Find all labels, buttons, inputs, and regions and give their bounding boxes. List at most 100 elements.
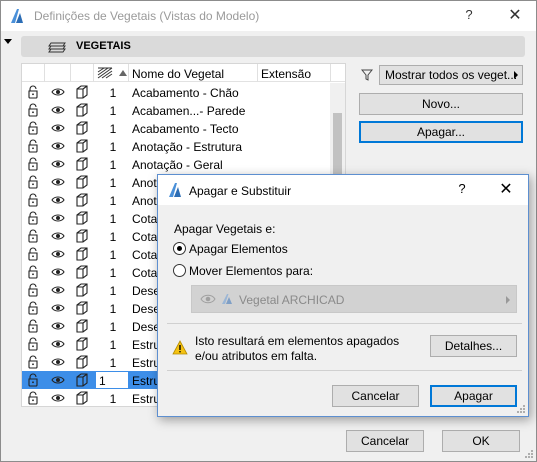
target-layer-value: Vegetal ARCHICAD bbox=[239, 293, 345, 307]
help-button[interactable]: ? bbox=[462, 7, 476, 22]
wireframe-icon[interactable] bbox=[75, 391, 89, 405]
eye-icon[interactable] bbox=[51, 337, 65, 351]
lock-icon[interactable] bbox=[26, 229, 40, 243]
new-layer-button[interactable]: Novo... bbox=[359, 93, 523, 115]
wireframe-icon[interactable] bbox=[75, 283, 89, 297]
layer-name: Cota bbox=[132, 212, 158, 226]
layer-name: Dese bbox=[132, 320, 161, 334]
layers-stack-icon bbox=[48, 42, 66, 53]
radio-unselected-icon[interactable] bbox=[173, 264, 186, 278]
wireframe-icon[interactable] bbox=[75, 211, 89, 225]
lock-icon[interactable] bbox=[26, 247, 40, 261]
lock-icon[interactable] bbox=[26, 319, 40, 333]
wireframe-icon[interactable] bbox=[75, 301, 89, 315]
table-row[interactable]: 1 Acabamento - Tecto bbox=[22, 119, 345, 137]
eye-icon[interactable] bbox=[51, 193, 65, 207]
radio-move-label: Mover Elementos para: bbox=[189, 264, 314, 278]
lock-icon[interactable] bbox=[26, 85, 40, 99]
wireframe-icon[interactable] bbox=[75, 337, 89, 351]
table-row[interactable]: 1 Anotação - Geral bbox=[22, 155, 345, 173]
dialog-close-button[interactable]: ✕ bbox=[499, 179, 513, 199]
layer-name: Estru bbox=[132, 374, 161, 388]
wireframe-icon[interactable] bbox=[75, 121, 89, 135]
wireframe-icon[interactable] bbox=[75, 193, 89, 207]
wireframe-icon[interactable] bbox=[75, 157, 89, 171]
wireframe-icon[interactable] bbox=[75, 103, 89, 117]
wireframe-icon[interactable] bbox=[75, 139, 89, 153]
lock-icon[interactable] bbox=[26, 373, 40, 387]
intersection-number: 1 bbox=[109, 266, 117, 280]
layer-name: Estru bbox=[132, 338, 161, 352]
wireframe-icon[interactable] bbox=[75, 265, 89, 279]
wireframe-icon[interactable] bbox=[75, 247, 89, 261]
table-row[interactable]: 1 Acabamen...- Parede bbox=[22, 101, 345, 119]
eye-icon[interactable] bbox=[51, 283, 65, 297]
close-button[interactable]: ✕ bbox=[508, 5, 522, 25]
intersection-number: 1 bbox=[109, 320, 117, 334]
eye-icon[interactable] bbox=[51, 373, 65, 387]
eye-icon[interactable] bbox=[51, 301, 65, 315]
resize-grip-icon[interactable] bbox=[516, 404, 526, 414]
layer-name: Cota bbox=[132, 230, 158, 244]
eye-icon[interactable] bbox=[51, 247, 65, 261]
eye-icon[interactable] bbox=[51, 157, 65, 171]
cancel-button[interactable]: Cancelar bbox=[346, 430, 424, 452]
column-header-name[interactable]: Nome do Vegetal bbox=[132, 67, 224, 81]
lock-icon[interactable] bbox=[26, 103, 40, 117]
eye-icon[interactable] bbox=[51, 139, 65, 153]
lock-icon[interactable] bbox=[26, 337, 40, 351]
radio-delete-elements[interactable]: Apagar Elementos bbox=[173, 242, 288, 256]
lock-icon[interactable] bbox=[26, 139, 40, 153]
delete-layer-button[interactable]: Apagar... bbox=[359, 121, 523, 143]
eye-icon[interactable] bbox=[51, 229, 65, 243]
eye-icon[interactable] bbox=[51, 121, 65, 135]
lock-icon[interactable] bbox=[26, 175, 40, 189]
radio-move-elements[interactable]: Mover Elementos para: bbox=[173, 264, 313, 278]
lock-icon[interactable] bbox=[26, 157, 40, 171]
sort-ascending-icon[interactable] bbox=[119, 70, 127, 76]
eye-icon[interactable] bbox=[51, 211, 65, 225]
eye-icon[interactable] bbox=[51, 265, 65, 279]
eye-icon[interactable] bbox=[51, 175, 65, 189]
eye-icon[interactable] bbox=[51, 391, 65, 405]
collapse-arrow-icon[interactable] bbox=[4, 39, 12, 44]
wireframe-icon[interactable] bbox=[75, 175, 89, 189]
wireframe-icon[interactable] bbox=[75, 229, 89, 243]
wireframe-icon[interactable] bbox=[75, 373, 89, 387]
eye-icon[interactable] bbox=[51, 103, 65, 117]
resize-grip-icon[interactable] bbox=[524, 449, 534, 459]
intersection-number: 1 bbox=[109, 338, 117, 352]
eye-icon[interactable] bbox=[51, 355, 65, 369]
ok-button[interactable]: OK bbox=[442, 430, 520, 452]
intersection-group-icon[interactable] bbox=[97, 67, 113, 79]
dialog-help-button[interactable]: ? bbox=[455, 181, 469, 196]
lock-icon[interactable] bbox=[26, 355, 40, 369]
lock-icon[interactable] bbox=[26, 283, 40, 297]
table-row[interactable]: 1 Acabamento - Chão bbox=[22, 83, 345, 101]
lock-icon[interactable] bbox=[26, 121, 40, 135]
details-button[interactable]: Detalhes... bbox=[430, 335, 517, 357]
intersection-number-input[interactable]: 1 bbox=[95, 371, 129, 389]
table-row[interactable]: 1 Anotação - Estrutura bbox=[22, 137, 345, 155]
lock-icon[interactable] bbox=[26, 211, 40, 225]
layer-name: Estru bbox=[132, 392, 161, 406]
wireframe-icon[interactable] bbox=[75, 85, 89, 99]
intersection-number: 1 bbox=[109, 194, 117, 208]
column-header-extension[interactable]: Extensão bbox=[261, 67, 311, 81]
lock-icon[interactable] bbox=[26, 391, 40, 405]
lock-icon[interactable] bbox=[26, 193, 40, 207]
header-separator bbox=[330, 64, 331, 82]
archicad-logo-icon bbox=[222, 294, 232, 304]
dialog-cancel-button[interactable]: Cancelar bbox=[332, 385, 419, 407]
intersection-number: 1 bbox=[109, 248, 117, 262]
lock-icon[interactable] bbox=[26, 301, 40, 315]
lock-icon[interactable] bbox=[26, 265, 40, 279]
dialog-delete-button[interactable]: Apagar bbox=[430, 385, 517, 407]
eye-icon[interactable] bbox=[51, 319, 65, 333]
section-header[interactable]: VEGETAIS bbox=[21, 36, 525, 57]
wireframe-icon[interactable] bbox=[75, 319, 89, 333]
wireframe-icon[interactable] bbox=[75, 355, 89, 369]
filter-dropdown[interactable]: Mostrar todos os veget... bbox=[379, 65, 523, 85]
eye-icon[interactable] bbox=[51, 85, 65, 99]
radio-selected-icon[interactable] bbox=[173, 242, 186, 256]
